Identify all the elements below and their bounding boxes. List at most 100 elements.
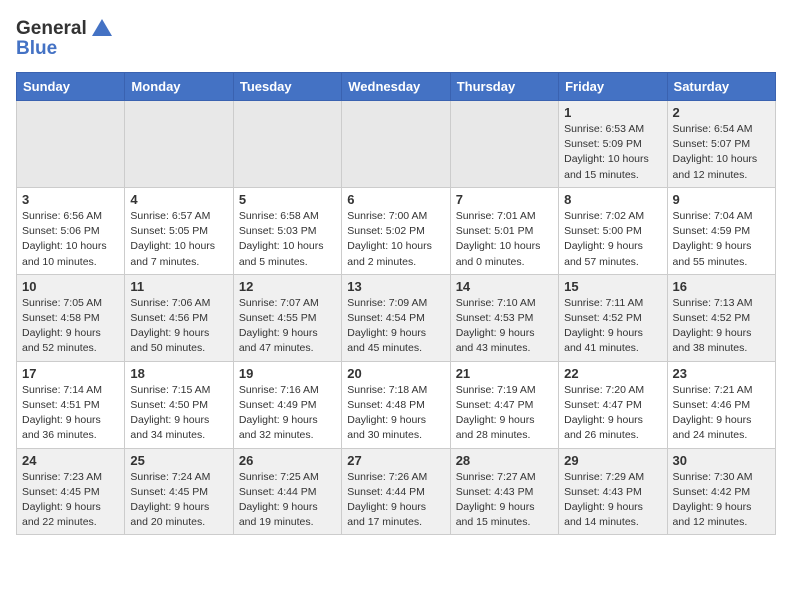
calendar-day-cell bbox=[17, 101, 125, 188]
logo-triangle-icon bbox=[89, 16, 115, 42]
calendar-day-cell: 12 Sunrise: 7:07 AM Sunset: 4:55 PM Dayli… bbox=[233, 274, 341, 361]
calendar-header-wednesday: Wednesday bbox=[342, 73, 450, 101]
day-number: 21 bbox=[456, 366, 553, 381]
calendar-day-cell: 9 Sunrise: 7:04 AM Sunset: 4:59 PM Daylig… bbox=[667, 187, 775, 274]
calendar-header-thursday: Thursday bbox=[450, 73, 558, 101]
calendar-day-cell: 20Sunrise: 7:18 AM Sunset: 4:48 PM Dayli… bbox=[342, 361, 450, 448]
logo-text-blue: Blue bbox=[16, 38, 57, 60]
calendar-header-friday: Friday bbox=[559, 73, 667, 101]
day-info: Sunrise: 7:09 AM Sunset: 4:54 PM Dayligh… bbox=[347, 296, 444, 357]
day-number: 25 bbox=[130, 453, 227, 468]
calendar-day-cell: 18 Sunrise: 7:15 AM Sunset: 4:50 PM Dayli… bbox=[125, 361, 233, 448]
calendar-day-cell bbox=[450, 101, 558, 188]
day-number: 15 bbox=[564, 279, 661, 294]
calendar-day-cell: 21 Sunrise: 7:19 AM Sunset: 4:47 PM Dayli… bbox=[450, 361, 558, 448]
day-info: Sunrise: 7:21 AM Sunset: 4:46 PM Dayligh… bbox=[673, 383, 770, 444]
calendar-day-cell: 2Sunrise: 6:54 AM Sunset: 5:07 PM Daylig… bbox=[667, 101, 775, 188]
calendar-day-cell: 13Sunrise: 7:09 AM Sunset: 4:54 PM Dayli… bbox=[342, 274, 450, 361]
calendar-header-row: SundayMondayTuesdayWednesdayThursdayFrid… bbox=[17, 73, 776, 101]
day-number: 14 bbox=[456, 279, 553, 294]
day-number: 27 bbox=[347, 453, 444, 468]
day-info: Sunrise: 7:25 AM Sunset: 4:44 PM Dayligh… bbox=[239, 470, 336, 531]
calendar-table: SundayMondayTuesdayWednesdayThursdayFrid… bbox=[16, 72, 776, 535]
day-info: Sunrise: 6:56 AM Sunset: 5:06 PM Dayligh… bbox=[22, 209, 119, 270]
day-number: 10 bbox=[22, 279, 119, 294]
day-number: 18 bbox=[130, 366, 227, 381]
day-info: Sunrise: 6:53 AM Sunset: 5:09 PM Dayligh… bbox=[564, 122, 661, 183]
day-info: Sunrise: 7:00 AM Sunset: 5:02 PM Dayligh… bbox=[347, 209, 444, 270]
calendar-day-cell: 7Sunrise: 7:01 AM Sunset: 5:01 PM Daylig… bbox=[450, 187, 558, 274]
calendar-day-cell: 11 Sunrise: 7:06 AM Sunset: 4:56 PM Dayli… bbox=[125, 274, 233, 361]
day-info: Sunrise: 7:23 AM Sunset: 4:45 PM Dayligh… bbox=[22, 470, 119, 531]
calendar-day-cell: 3 Sunrise: 6:56 AM Sunset: 5:06 PM Daylig… bbox=[17, 187, 125, 274]
day-info: Sunrise: 6:57 AM Sunset: 5:05 PM Dayligh… bbox=[130, 209, 227, 270]
day-number: 4 bbox=[130, 192, 227, 207]
calendar-header-saturday: Saturday bbox=[667, 73, 775, 101]
day-info: Sunrise: 7:14 AM Sunset: 4:51 PM Dayligh… bbox=[22, 383, 119, 444]
day-number: 19 bbox=[239, 366, 336, 381]
day-number: 30 bbox=[673, 453, 770, 468]
calendar-day-cell: 25 Sunrise: 7:24 AM Sunset: 4:45 PM Dayli… bbox=[125, 448, 233, 535]
day-number: 3 bbox=[22, 192, 119, 207]
day-number: 11 bbox=[130, 279, 227, 294]
day-info: Sunrise: 7:27 AM Sunset: 4:43 PM Dayligh… bbox=[456, 470, 553, 531]
header: General Blue bbox=[16, 16, 776, 60]
day-number: 23 bbox=[673, 366, 770, 381]
calendar-day-cell: 22Sunrise: 7:20 AM Sunset: 4:47 PM Dayli… bbox=[559, 361, 667, 448]
day-info: Sunrise: 7:26 AM Sunset: 4:44 PM Dayligh… bbox=[347, 470, 444, 531]
day-info: Sunrise: 7:24 AM Sunset: 4:45 PM Dayligh… bbox=[130, 470, 227, 531]
page: General Blue SundayMondayTuesdayWednesda… bbox=[0, 0, 792, 551]
day-info: Sunrise: 6:58 AM Sunset: 5:03 PM Dayligh… bbox=[239, 209, 336, 270]
day-number: 8 bbox=[564, 192, 661, 207]
day-info: Sunrise: 7:02 AM Sunset: 5:00 PM Dayligh… bbox=[564, 209, 661, 270]
day-info: Sunrise: 7:29 AM Sunset: 4:43 PM Dayligh… bbox=[564, 470, 661, 531]
day-info: Sunrise: 7:01 AM Sunset: 5:01 PM Dayligh… bbox=[456, 209, 553, 270]
day-number: 5 bbox=[239, 192, 336, 207]
calendar-day-cell: 24 Sunrise: 7:23 AM Sunset: 4:45 PM Dayli… bbox=[17, 448, 125, 535]
day-number: 26 bbox=[239, 453, 336, 468]
day-info: Sunrise: 7:16 AM Sunset: 4:49 PM Dayligh… bbox=[239, 383, 336, 444]
calendar-day-cell: 27 Sunrise: 7:26 AM Sunset: 4:44 PM Dayli… bbox=[342, 448, 450, 535]
calendar-day-cell: 26 Sunrise: 7:25 AM Sunset: 4:44 PM Dayli… bbox=[233, 448, 341, 535]
calendar-header-tuesday: Tuesday bbox=[233, 73, 341, 101]
day-info: Sunrise: 7:18 AM Sunset: 4:48 PM Dayligh… bbox=[347, 383, 444, 444]
calendar-day-cell: 5 Sunrise: 6:58 AM Sunset: 5:03 PM Daylig… bbox=[233, 187, 341, 274]
day-info: Sunrise: 7:07 AM Sunset: 4:55 PM Dayligh… bbox=[239, 296, 336, 357]
calendar-day-cell: 29 Sunrise: 7:29 AM Sunset: 4:43 PM Dayli… bbox=[559, 448, 667, 535]
calendar-day-cell: 28 Sunrise: 7:27 AM Sunset: 4:43 PM Dayli… bbox=[450, 448, 558, 535]
day-number: 24 bbox=[22, 453, 119, 468]
calendar-day-cell: 14 Sunrise: 7:10 AM Sunset: 4:53 PM Dayli… bbox=[450, 274, 558, 361]
calendar-week-row: 17Sunrise: 7:14 AM Sunset: 4:51 PM Dayli… bbox=[17, 361, 776, 448]
calendar-day-cell: 10 Sunrise: 7:05 AM Sunset: 4:58 PM Dayli… bbox=[17, 274, 125, 361]
calendar-week-row: 10 Sunrise: 7:05 AM Sunset: 4:58 PM Dayli… bbox=[17, 274, 776, 361]
calendar-day-cell: 15Sunrise: 7:11 AM Sunset: 4:52 PM Dayli… bbox=[559, 274, 667, 361]
day-info: Sunrise: 7:06 AM Sunset: 4:56 PM Dayligh… bbox=[130, 296, 227, 357]
day-number: 12 bbox=[239, 279, 336, 294]
day-number: 16 bbox=[673, 279, 770, 294]
calendar-week-row: 1 Sunrise: 6:53 AM Sunset: 5:09 PM Daylig… bbox=[17, 101, 776, 188]
day-info: Sunrise: 7:05 AM Sunset: 4:58 PM Dayligh… bbox=[22, 296, 119, 357]
day-number: 28 bbox=[456, 453, 553, 468]
day-info: Sunrise: 7:04 AM Sunset: 4:59 PM Dayligh… bbox=[673, 209, 770, 270]
day-number: 22 bbox=[564, 366, 661, 381]
day-info: Sunrise: 7:19 AM Sunset: 4:47 PM Dayligh… bbox=[456, 383, 553, 444]
calendar-day-cell: 23 Sunrise: 7:21 AM Sunset: 4:46 PM Dayli… bbox=[667, 361, 775, 448]
day-number: 29 bbox=[564, 453, 661, 468]
day-number: 9 bbox=[673, 192, 770, 207]
day-info: Sunrise: 7:13 AM Sunset: 4:52 PM Dayligh… bbox=[673, 296, 770, 357]
calendar-day-cell: 1 Sunrise: 6:53 AM Sunset: 5:09 PM Daylig… bbox=[559, 101, 667, 188]
calendar-day-cell bbox=[233, 101, 341, 188]
calendar-header-monday: Monday bbox=[125, 73, 233, 101]
calendar-week-row: 3 Sunrise: 6:56 AM Sunset: 5:06 PM Daylig… bbox=[17, 187, 776, 274]
day-info: Sunrise: 7:10 AM Sunset: 4:53 PM Dayligh… bbox=[456, 296, 553, 357]
calendar-day-cell: 19 Sunrise: 7:16 AM Sunset: 4:49 PM Dayli… bbox=[233, 361, 341, 448]
calendar-day-cell: 4 Sunrise: 6:57 AM Sunset: 5:05 PM Daylig… bbox=[125, 187, 233, 274]
calendar-day-cell: 30 Sunrise: 7:30 AM Sunset: 4:42 PM Dayli… bbox=[667, 448, 775, 535]
day-number: 1 bbox=[564, 105, 661, 120]
calendar-day-cell: 17Sunrise: 7:14 AM Sunset: 4:51 PM Dayli… bbox=[17, 361, 125, 448]
day-info: Sunrise: 7:30 AM Sunset: 4:42 PM Dayligh… bbox=[673, 470, 770, 531]
calendar-day-cell bbox=[342, 101, 450, 188]
day-info: Sunrise: 7:15 AM Sunset: 4:50 PM Dayligh… bbox=[130, 383, 227, 444]
calendar-day-cell: 6Sunrise: 7:00 AM Sunset: 5:02 PM Daylig… bbox=[342, 187, 450, 274]
calendar-week-row: 24 Sunrise: 7:23 AM Sunset: 4:45 PM Dayli… bbox=[17, 448, 776, 535]
